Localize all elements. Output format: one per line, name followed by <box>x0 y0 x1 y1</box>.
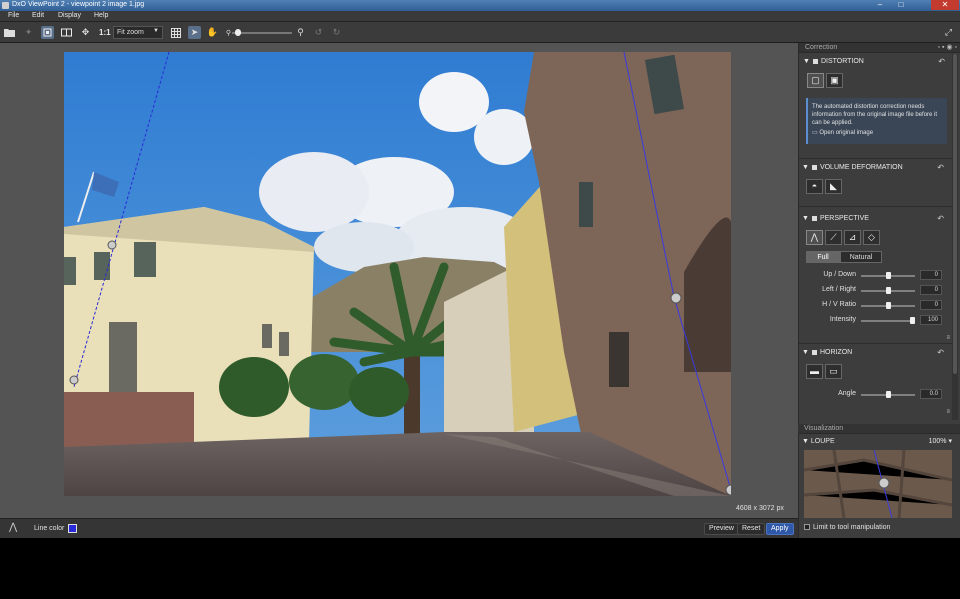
open-original-link[interactable]: ▭ Open original image <box>812 129 943 137</box>
toolbar: ✦ ✥ 1:1 Fit zoom ▼ ➤ ✋ ⚲ ⚲ ↺ ↻ ⤢ <box>0 22 960 43</box>
app-icon <box>2 2 9 9</box>
title-bar: DxO ViewPoint 2 - viewpoint 2 image 1.jp… <box>0 0 960 11</box>
preview-button[interactable]: Preview <box>704 523 739 535</box>
correction-header-title: Correction <box>805 44 838 51</box>
distortion-info-text: The automated distortion correction need… <box>812 104 938 126</box>
limit-to-tool-option[interactable]: Limit to tool manipulation <box>804 524 890 531</box>
panel-options-icon[interactable]: ▫ ▪ ◉ ▫ <box>938 43 957 53</box>
line-color-label: Line color <box>34 525 65 532</box>
reset-button[interactable]: Reset <box>737 523 766 535</box>
menu-help[interactable]: Help <box>94 12 108 19</box>
menu-file[interactable]: File <box>8 12 19 19</box>
gear-icon[interactable]: ✦ <box>22 26 35 39</box>
panel-scrollbar[interactable] <box>952 54 958 420</box>
distortion-info-box: The automated distortion correction need… <box>806 98 947 144</box>
perspective-lines-icon[interactable]: ⋀ <box>9 522 21 534</box>
scrollbar-thumb[interactable] <box>953 54 957 374</box>
loupe-image <box>804 450 952 518</box>
open-folder-icon[interactable] <box>3 26 16 39</box>
collapse-arrow-icon: ▼ <box>803 58 810 65</box>
zoom-slider[interactable] <box>232 29 292 36</box>
rotate-right-icon[interactable]: ↻ <box>330 26 343 39</box>
grid-icon[interactable] <box>169 26 182 39</box>
fit-icon[interactable]: ✥ <box>79 26 92 39</box>
split-view-icon[interactable] <box>60 26 73 39</box>
zoom-slider-knob[interactable] <box>235 29 241 36</box>
distortion-title: DISTORTION <box>820 58 864 65</box>
zoom-select[interactable]: Fit zoom ▼ <box>113 26 163 39</box>
image-viewer: 4608 x 3072 px <box>0 43 798 518</box>
zoom-icon[interactable]: ⚲ <box>294 26 307 39</box>
fullscreen-icon[interactable]: ⤢ <box>942 26 955 39</box>
chevron-down-icon: ▼ <box>153 28 159 34</box>
limit-label: Limit to tool manipulation <box>813 524 891 531</box>
distortion-header[interactable]: ▼ DISTORTION ↶ <box>799 56 960 67</box>
barrel-distortion-icon[interactable]: ▢ <box>807 73 824 88</box>
photo-canvas[interactable] <box>64 52 731 496</box>
rotate-left-icon[interactable]: ↺ <box>312 26 325 39</box>
select-pointer-icon[interactable]: ➤ <box>188 26 201 39</box>
one-to-one-button[interactable]: 1:1 <box>99 28 111 37</box>
menu-display[interactable]: Display <box>58 12 81 19</box>
limit-checkbox[interactable] <box>804 524 810 531</box>
open-original-link-text[interactable]: Open original image <box>819 130 873 136</box>
line-color-swatch[interactable] <box>68 524 77 533</box>
apply-button[interactable]: Apply <box>766 523 794 535</box>
bottom-bar: ⋀ Line color Preview Reset Apply <box>0 518 798 538</box>
window-title: DxO ViewPoint 2 - viewpoint 2 image 1.jp… <box>12 1 145 8</box>
image-resolution: 4608 x 3072 px <box>736 505 784 512</box>
loupe-view <box>804 450 952 518</box>
minimize-button[interactable]: – <box>870 0 890 10</box>
maximize-button[interactable]: □ <box>891 0 911 10</box>
menu-bar: File Edit Display Help <box>0 11 960 22</box>
single-view-icon[interactable] <box>41 26 54 39</box>
hand-icon[interactable]: ✋ <box>206 26 219 39</box>
zoom-select-value: Fit zoom <box>117 29 144 36</box>
menu-edit[interactable]: Edit <box>32 12 44 19</box>
correction-header: Correction ▫ ▪ ◉ ▫ <box>799 43 960 53</box>
fisheye-distortion-icon[interactable]: ▣ <box>826 73 843 88</box>
enable-checkbox[interactable] <box>812 58 818 64</box>
undo-icon[interactable]: ↶ <box>938 56 945 67</box>
close-button[interactable]: ✕ <box>931 0 959 10</box>
photo-image <box>64 52 731 496</box>
